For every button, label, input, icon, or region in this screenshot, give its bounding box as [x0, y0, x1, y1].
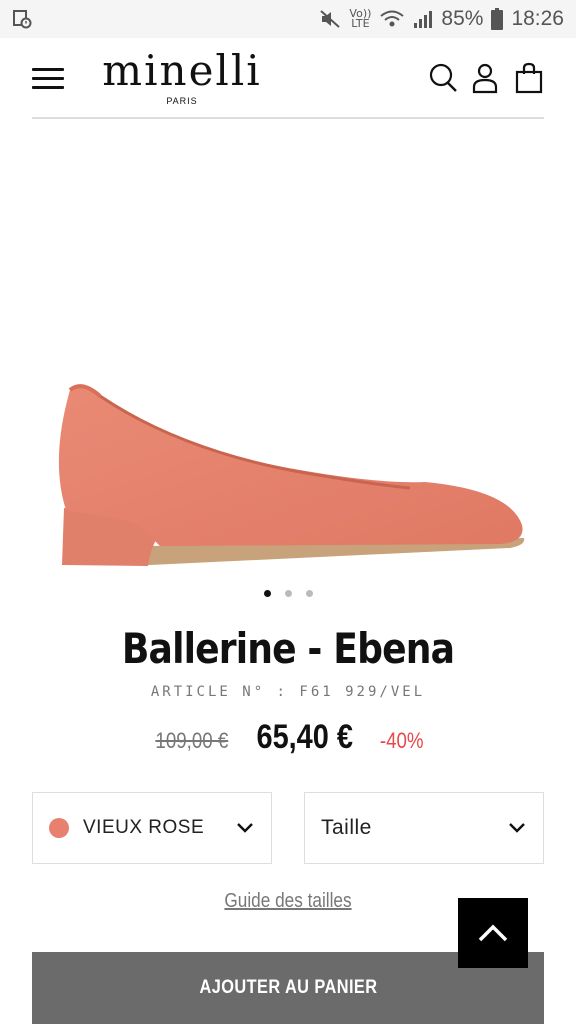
- screenshot-notification-icon: [13, 10, 32, 29]
- menu-icon[interactable]: [32, 68, 64, 90]
- discount-badge: -40%: [379, 728, 424, 753]
- add-to-cart-label: AJOUTER AU PANIER: [199, 977, 377, 998]
- battery-percent: 85%: [441, 7, 484, 30]
- chevron-down-icon: [509, 823, 525, 833]
- scroll-to-top-button[interactable]: [458, 898, 528, 968]
- battery-icon: [491, 8, 504, 30]
- chevron-up-icon: [478, 924, 508, 942]
- clock: 18:26: [511, 7, 564, 30]
- color-swatch: [49, 818, 69, 838]
- volte-indicator: Vo)) LTE: [349, 7, 372, 30]
- bag-icon[interactable]: [514, 62, 544, 94]
- status-bar: Vo)) LTE 85% 18:26: [0, 0, 576, 38]
- chevron-down-icon: [237, 823, 253, 833]
- mute-icon: [320, 10, 341, 28]
- signal-icon: [414, 11, 433, 28]
- header-divider: [32, 117, 544, 119]
- product-image[interactable]: [40, 360, 540, 580]
- account-icon[interactable]: [470, 62, 500, 94]
- logo-brand: minelli: [102, 46, 262, 95]
- size-select[interactable]: Taille: [304, 792, 544, 864]
- carousel-dot-2[interactable]: [284, 590, 292, 597]
- original-price: 109,00 €: [155, 728, 228, 753]
- wifi-icon: [380, 10, 405, 27]
- brand-logo[interactable]: minelli PARIS: [92, 46, 272, 107]
- carousel-dot-1[interactable]: [263, 590, 271, 597]
- color-select[interactable]: VIEUX ROSE: [32, 792, 272, 864]
- size-select-label: Taille: [321, 816, 372, 839]
- color-select-label: VIEUX ROSE: [83, 817, 205, 838]
- carousel-dots: [0, 590, 576, 597]
- site-header: minelli PARIS: [0, 38, 576, 118]
- price-block: 109,00 € 65,40 € -40%: [0, 718, 576, 757]
- logo-city: PARIS: [166, 96, 198, 106]
- carousel-dot-3[interactable]: [305, 590, 313, 597]
- product-title: Ballerine - Ebena: [121, 624, 455, 673]
- sale-price: 65,40 €: [256, 718, 354, 756]
- search-icon[interactable]: [428, 62, 458, 94]
- article-number: ARTICLE N° : F61 929/VEL: [150, 684, 426, 700]
